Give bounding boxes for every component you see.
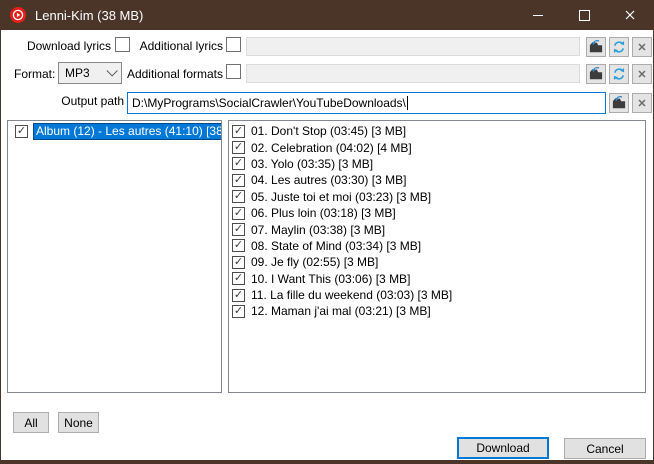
- track-item-checkbox[interactable]: ✓: [232, 239, 245, 252]
- track-item-label[interactable]: 10. I Want This (03:06) [3 MB]: [251, 272, 410, 286]
- album-item[interactable]: ✓ Album (12) - Les autres (41:10) [38 MB]: [8, 123, 221, 140]
- additional-formats-label: Additional formats: [127, 67, 223, 81]
- track-item[interactable]: ✓ 12. Maman j'ai mal (03:21) [3 MB]: [229, 303, 645, 319]
- download-lyrics-label: Download lyrics: [27, 39, 111, 53]
- track-item-checkbox[interactable]: ✓: [232, 141, 245, 154]
- track-item-checkbox[interactable]: ✓: [232, 190, 245, 203]
- track-item[interactable]: ✓ 08. State of Mind (03:34) [3 MB]: [229, 238, 645, 254]
- maximize-icon: [579, 10, 590, 21]
- minimize-icon: [533, 15, 543, 16]
- title-bar: Lenni-Kim (38 MB): [1, 0, 653, 30]
- additional-formats-checkbox[interactable]: [226, 64, 241, 79]
- track-item-checkbox[interactable]: ✓: [232, 256, 245, 269]
- minimize-button[interactable]: [515, 0, 561, 30]
- track-item-label[interactable]: 11. La fille du weekend (03:03) [3 MB]: [251, 288, 452, 302]
- track-item-checkbox[interactable]: ✓: [232, 157, 245, 170]
- refresh-icon: [612, 67, 626, 81]
- dialog-body: Download lyrics Additional lyrics ✕ Form…: [1, 30, 653, 460]
- track-item[interactable]: ✓ 10. I Want This (03:06) [3 MB]: [229, 271, 645, 287]
- track-item-label[interactable]: 05. Juste toi et moi (03:23) [3 MB]: [251, 190, 431, 204]
- track-item-label[interactable]: 02. Celebration (04:02) [4 MB]: [251, 141, 412, 155]
- track-item-checkbox[interactable]: ✓: [232, 289, 245, 302]
- maximize-button[interactable]: [561, 0, 607, 30]
- additional-lyrics-input[interactable]: [246, 37, 580, 56]
- format-dropdown[interactable]: MP3: [58, 62, 122, 84]
- close-icon: [625, 10, 635, 20]
- track-item[interactable]: ✓ 09. Je fly (02:55) [3 MB]: [229, 254, 645, 270]
- track-listbox[interactable]: ✓ 01. Don't Stop (03:45) [3 MB] ✓ 02. Celeb…: [228, 120, 646, 393]
- refresh-icon: [612, 40, 626, 54]
- track-item[interactable]: ✓ 04. Les autres (03:30) [3 MB]: [229, 172, 645, 188]
- track-item-checkbox[interactable]: ✓: [232, 174, 245, 187]
- select-all-button[interactable]: All: [13, 412, 49, 433]
- track-item-checkbox[interactable]: ✓: [232, 125, 245, 138]
- track-item-label[interactable]: 12. Maman j'ai mal (03:21) [3 MB]: [251, 304, 431, 318]
- track-item-label[interactable]: 08. State of Mind (03:34) [3 MB]: [251, 239, 421, 253]
- additional-formats-clear-button[interactable]: ✕: [632, 64, 652, 84]
- track-item[interactable]: ✓ 03. Yolo (03:35) [3 MB]: [229, 156, 645, 172]
- clear-icon: ✕: [637, 41, 646, 54]
- track-item-label[interactable]: 07. Maylin (03:38) [3 MB]: [251, 223, 385, 237]
- app-window: Lenni-Kim (38 MB) Download lyrics Additi…: [0, 0, 654, 464]
- open-folder-icon: [589, 67, 603, 81]
- album-listbox[interactable]: ✓ Album (12) - Les autres (41:10) [38 MB]: [7, 120, 222, 393]
- track-item-label[interactable]: 09. Je fly (02:55) [3 MB]: [251, 255, 378, 269]
- additional-lyrics-browse-button[interactable]: [586, 37, 606, 57]
- additional-lyrics-checkbox[interactable]: [226, 37, 241, 52]
- track-item[interactable]: ✓ 06. Plus loin (03:18) [3 MB]: [229, 205, 645, 221]
- track-item[interactable]: ✓ 01. Don't Stop (03:45) [3 MB]: [229, 123, 645, 139]
- output-path-label: Output path: [61, 94, 124, 108]
- track-item-checkbox[interactable]: ✓: [232, 223, 245, 236]
- additional-lyrics-refresh-button[interactable]: [609, 37, 629, 57]
- track-item-checkbox[interactable]: ✓: [232, 272, 245, 285]
- output-path-value: D:\MyPrograms\SocialCrawler\YouTubeDownl…: [132, 96, 406, 110]
- download-button[interactable]: Download: [457, 437, 549, 459]
- track-item[interactable]: ✓ 07. Maylin (03:38) [3 MB]: [229, 221, 645, 237]
- clear-icon: ✕: [637, 97, 646, 110]
- text-caret: [407, 96, 408, 110]
- additional-formats-browse-button[interactable]: [586, 64, 606, 84]
- track-item-label[interactable]: 06. Plus loin (03:18) [3 MB]: [251, 206, 396, 220]
- additional-lyrics-clear-button[interactable]: ✕: [632, 37, 652, 57]
- album-item-checkbox[interactable]: ✓: [15, 125, 28, 138]
- download-lyrics-checkbox[interactable]: [115, 37, 130, 52]
- cancel-button[interactable]: Cancel: [564, 438, 646, 459]
- output-path-browse-button[interactable]: [609, 93, 629, 113]
- window-title: Lenni-Kim (38 MB): [35, 8, 143, 23]
- chevron-down-icon: [106, 65, 117, 76]
- output-path-input[interactable]: D:\MyPrograms\SocialCrawler\YouTubeDownl…: [127, 92, 606, 114]
- additional-formats-input[interactable]: [246, 64, 580, 83]
- album-item-label[interactable]: Album (12) - Les autres (41:10) [38 MB]: [33, 123, 222, 140]
- track-item[interactable]: ✓ 02. Celebration (04:02) [4 MB]: [229, 139, 645, 155]
- close-button[interactable]: [607, 0, 653, 30]
- additional-lyrics-label: Additional lyrics: [140, 39, 223, 53]
- open-folder-icon: [589, 40, 603, 54]
- format-selected-value: MP3: [65, 66, 90, 80]
- youtube-play-icon: [10, 7, 26, 23]
- select-none-button[interactable]: None: [58, 412, 99, 433]
- format-label: Format:: [14, 67, 55, 81]
- track-item-checkbox[interactable]: ✓: [232, 305, 245, 318]
- clear-icon: ✕: [637, 68, 646, 81]
- track-item[interactable]: ✓ 05. Juste toi et moi (03:23) [3 MB]: [229, 189, 645, 205]
- additional-formats-refresh-button[interactable]: [609, 64, 629, 84]
- track-item[interactable]: ✓ 11. La fille du weekend (03:03) [3 MB]: [229, 287, 645, 303]
- open-folder-icon: [612, 96, 626, 110]
- output-path-clear-button[interactable]: ✕: [632, 93, 652, 113]
- track-item-label[interactable]: 04. Les autres (03:30) [3 MB]: [251, 173, 406, 187]
- track-item-label[interactable]: 03. Yolo (03:35) [3 MB]: [251, 157, 373, 171]
- track-item-label[interactable]: 01. Don't Stop (03:45) [3 MB]: [251, 124, 406, 138]
- track-item-checkbox[interactable]: ✓: [232, 207, 245, 220]
